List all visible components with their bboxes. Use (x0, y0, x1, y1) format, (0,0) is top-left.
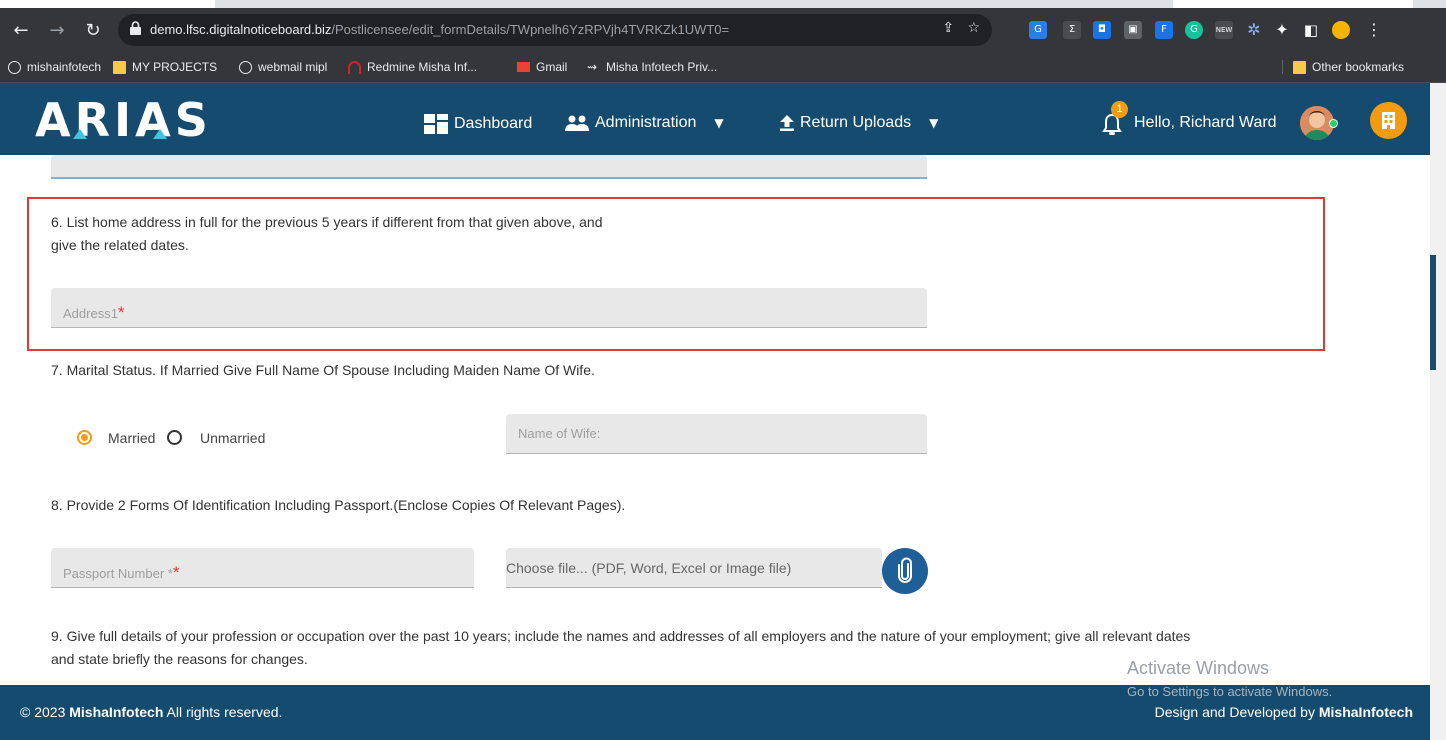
building-icon (1382, 112, 1395, 129)
bookmarks-bar: mishainfotech MY PROJECTS webmail mipl R… (0, 53, 1446, 83)
dashboard-icon (424, 114, 448, 134)
unmarried-label: Unmarried (200, 430, 266, 446)
bookmark-redmine[interactable]: Redmine Misha Inf... (348, 60, 477, 74)
married-label: Married (108, 430, 156, 446)
question-7-text: 7. Marital Status. If Married Give Full … (51, 362, 595, 378)
activate-windows-subtitle: Go to Settings to activate Windows. (1127, 684, 1333, 699)
page-scrollbar[interactable] (1430, 83, 1446, 740)
notification-badge: 1 (1111, 101, 1128, 118)
file-upload-input[interactable]: Choose file... (PDF, Word, Excel or Imag… (506, 548, 882, 588)
settings-extension-icon[interactable]: ✲ (1245, 21, 1263, 39)
browser-tab[interactable] (0, 0, 215, 8)
misha-icon: ⇝ (587, 59, 598, 74)
wife-name-input[interactable]: Name of Wife: (506, 414, 927, 454)
organization-button[interactable] (1370, 102, 1407, 139)
bookmark-gmail[interactable]: Gmail (517, 60, 567, 74)
chevron-down-icon: ▼ (714, 116, 724, 130)
app-header: ARIAS Dashboard Administration ▼ Return … (0, 83, 1430, 155)
url-text: demo.lfsc.digitalnoticeboard.biz/Postlic… (150, 22, 730, 37)
question-8-text: 8. Provide 2 Forms Of Identification Inc… (51, 497, 626, 513)
upload-icon (780, 115, 794, 131)
activate-windows-title: Activate Windows (1127, 658, 1270, 678)
attach-file-button[interactable] (882, 548, 928, 594)
gmail-icon (517, 62, 530, 72)
browser-tab[interactable] (1173, 0, 1413, 8)
scrollbar-thumb[interactable] (1430, 255, 1436, 370)
lock-icon (130, 21, 141, 35)
radio-married[interactable] (77, 430, 92, 445)
globe-icon (239, 60, 252, 74)
profile-avatar-icon[interactable] (1332, 21, 1350, 39)
users-icon (565, 115, 589, 131)
translate-extension-icon[interactable]: G (1029, 21, 1047, 39)
passport-placeholder: Passport Number ** (63, 563, 180, 582)
nav-administration[interactable]: Administration ▼ (565, 114, 724, 132)
redmine-icon (348, 60, 361, 74)
logo-accent (153, 129, 167, 139)
address1-placeholder: Address1* (63, 303, 125, 322)
share-icon[interactable]: ⇪ (942, 20, 954, 36)
passport-number-input[interactable]: Passport Number ** (51, 548, 474, 588)
address1-input[interactable]: Address1* (51, 288, 927, 328)
folder-icon (1293, 60, 1306, 74)
user-greeting[interactable]: Hello, Richard Ward (1134, 114, 1277, 132)
previous-address-field[interactable] (51, 155, 927, 179)
folder-icon (113, 60, 126, 74)
online-status-dot (1329, 119, 1338, 128)
bookmark-mishainfotech[interactable]: mishainfotech (8, 60, 101, 74)
side-panel-icon[interactable]: ◧ (1302, 21, 1320, 39)
bookmark-webmail[interactable]: webmail mipl (239, 60, 327, 74)
paperclip-icon (898, 557, 912, 583)
required-asterisk: * (172, 563, 180, 582)
reload-icon[interactable]: ↻ (80, 18, 106, 44)
arias-logo[interactable]: ARIAS (35, 93, 212, 147)
radio-unmarried[interactable] (167, 430, 182, 445)
back-icon[interactable]: ← (8, 18, 34, 44)
file-upload-placeholder: Choose file... (PDF, Word, Excel or Imag… (506, 560, 792, 576)
nav-dashboard[interactable]: Dashboard (424, 114, 532, 134)
new-extension-icon[interactable]: NEW (1215, 21, 1233, 39)
footer-copyright: © 2023 MishaInfotech All rights reserved… (20, 704, 283, 720)
globe-icon (8, 60, 21, 74)
bookmark-other[interactable]: Other bookmarks (1282, 60, 1404, 74)
screen-extension-icon[interactable]: ◘ (1093, 21, 1111, 39)
browser-menu-icon[interactable]: ⋮ (1365, 21, 1383, 39)
window-extension-icon[interactable]: ▣ (1124, 21, 1142, 39)
bookmark-my-projects[interactable]: MY PROJECTS (113, 60, 217, 74)
bookmark-misha-infotech[interactable]: ⇝ Misha Infotech Priv... (587, 60, 717, 74)
wife-name-placeholder: Name of Wife: (518, 426, 601, 441)
chevron-down-icon: ▼ (929, 116, 939, 130)
forward-icon[interactable]: → (44, 18, 70, 44)
star-icon[interactable]: ☆ (967, 20, 980, 36)
sigma-extension-icon[interactable]: Σ (1063, 21, 1081, 39)
omnibox-actions: ⇪ ☆ (942, 20, 980, 36)
fi-extension-icon[interactable]: F (1155, 21, 1173, 39)
footer-credit: Design and Developed by MishaInfotech (1154, 704, 1413, 720)
grammarly-extension-icon[interactable]: G (1185, 21, 1203, 39)
omnibox[interactable]: demo.lfsc.digitalnoticeboard.biz/Postlic… (118, 14, 992, 46)
question-6-text: 6. List home address in full for the pre… (51, 214, 603, 253)
address-bar-row: ← → ↻ demo.lfsc.digitalnoticeboard.biz/P… (0, 8, 1446, 53)
radio-selected-dot (81, 434, 88, 441)
tab-strip (0, 0, 1446, 8)
required-asterisk: * (117, 303, 125, 322)
extensions-puzzle-icon[interactable]: ✦ (1273, 21, 1291, 39)
nav-return-uploads[interactable]: Return Uploads ▼ (780, 114, 938, 132)
logo-accent (73, 129, 87, 139)
